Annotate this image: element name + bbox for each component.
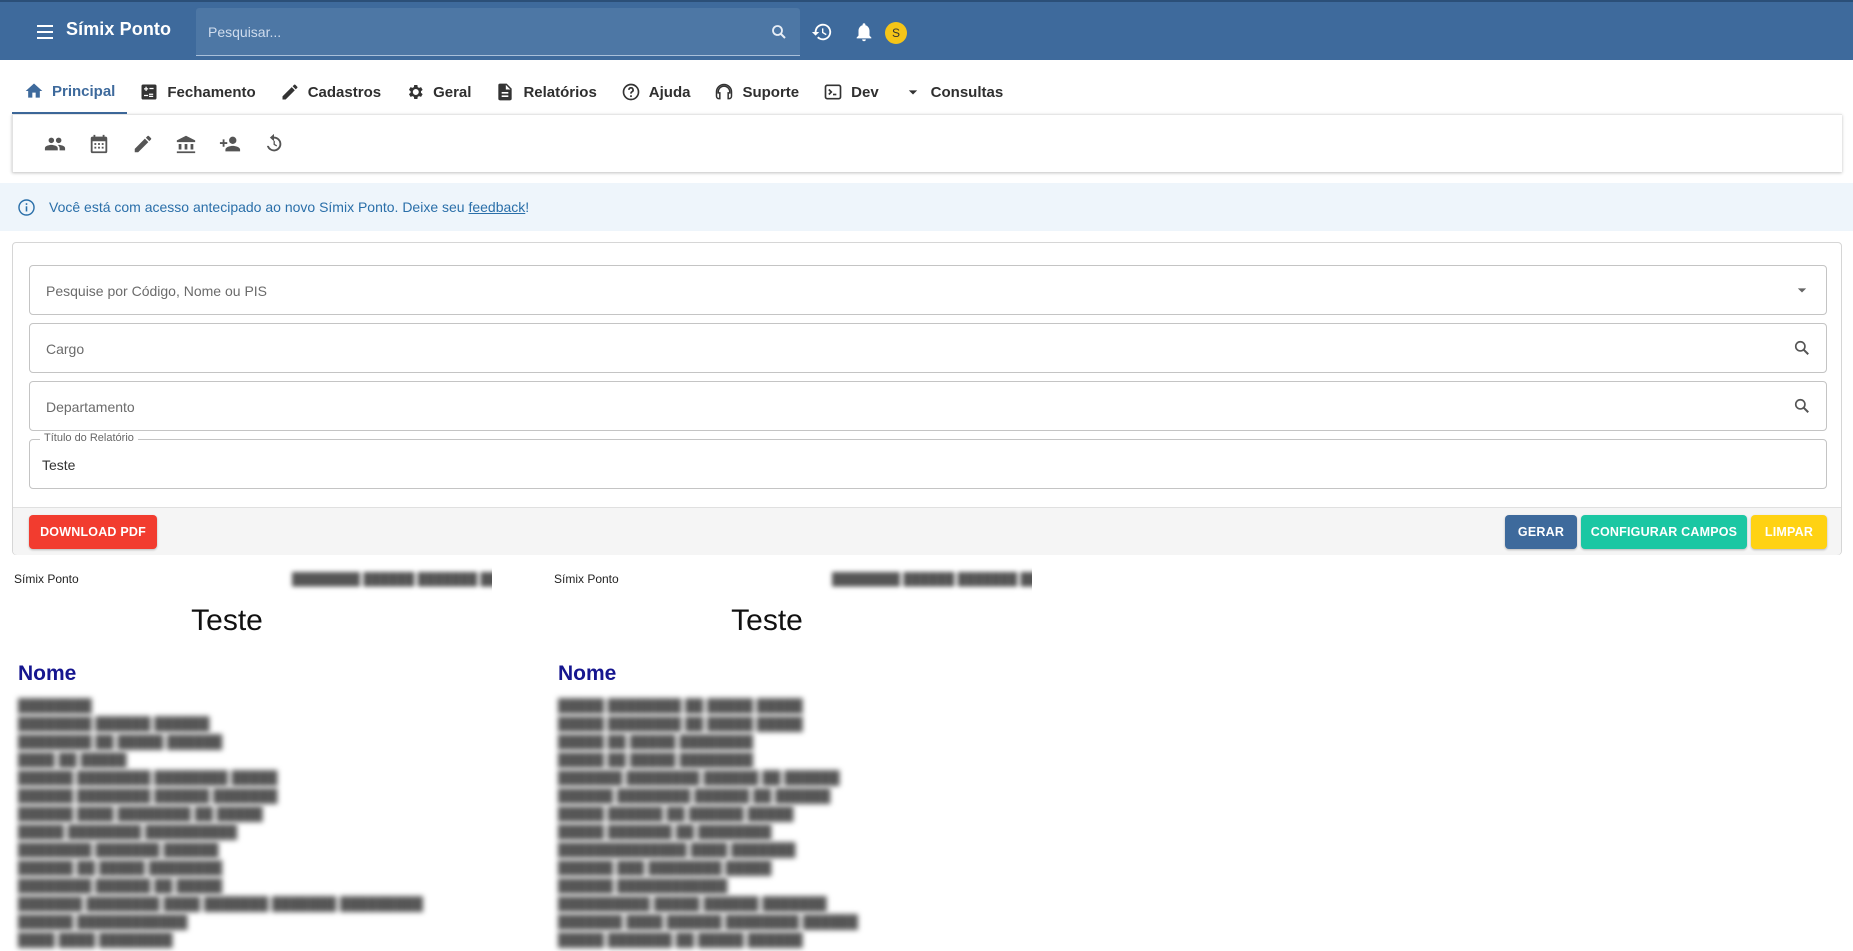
list-item: ██████ ████████ ██████ ██ ██████ [558,788,831,803]
global-search-input[interactable] [208,21,748,43]
report-title: Teste [191,604,263,637]
list-item: ████████ [18,698,92,713]
document-icon [495,82,515,102]
report-filter-card: Título do Relatório DOWNLOAD PDF GERAR C… [12,242,1842,555]
employee-name-list: ████████ ████████ ██████ ██████ ████████ █… [18,697,423,949]
list-item: ████████ ██████ ██████ [18,716,210,731]
list-item: ██████ ████ ████████ ██ █████ [18,806,263,821]
info-icon [17,198,36,217]
tab-geral[interactable]: Geral [393,70,483,114]
list-item: █████ ████████ ██████████ [18,824,238,839]
main-tabs: Principal Fechamento Cadastros Geral Rel… [12,70,1015,114]
tab-ajuda[interactable]: Ajuda [609,70,703,114]
download-pdf-button[interactable]: DOWNLOAD PDF [29,515,157,549]
gear-icon [405,82,425,102]
chevron-down-icon[interactable] [1792,280,1812,300]
search-icon[interactable] [770,23,788,41]
add-person-icon[interactable] [219,133,241,155]
tab-relatorios[interactable]: Relatórios [483,70,608,114]
terminal-icon [823,82,843,102]
list-item: █████ ██████ ██ ██████ █████ [558,806,794,821]
help-icon [621,82,641,102]
list-item: █████ ███████ ██ ████████ [558,824,772,839]
report-title-field: Título do Relatório [29,432,1827,489]
cargo-field [29,323,1827,373]
list-item: ███████ ████████ ████ ███████ ███████ ██… [18,896,423,911]
report-date: ████████ ██████ ███████ ████ [292,572,492,586]
list-item: ██████████████ ████ ███████ [558,842,796,857]
toolbar-divider [12,115,13,173]
report-title: Teste [731,604,803,637]
departamento-field [29,381,1827,431]
top-app-bar: Símix Ponto S [0,0,1853,60]
list-item: █████ ██ █████ ████████ [558,752,754,767]
tab-cadastros[interactable]: Cadastros [268,70,393,114]
early-access-banner: Você está com acesso antecipado ao novo … [0,183,1853,231]
search-icon[interactable] [1792,396,1812,416]
tab-consultas[interactable]: Consultas [891,70,1016,114]
tab-dev[interactable]: Dev [811,70,891,114]
tab-fechamento[interactable]: Fechamento [127,70,267,114]
list-item: ███████ ████████ ██████ ██ ██████ [558,770,840,785]
list-item: █████ ████████ ██ █████ █████ [558,716,803,731]
list-item: ██████ ████████ ████████ █████ [18,770,278,785]
list-item: █████ ██ █████ ████████ [558,734,754,749]
employee-name-list: █████ ████████ ██ █████ █████ █████ █████… [558,697,858,949]
tab-suporte[interactable]: Suporte [702,70,811,114]
list-item: ██████████ █████ ██████ ███████ [558,896,827,911]
employee-search-field [29,265,1827,315]
report-date: ████████ ██████ ███████ ████ [832,572,1032,586]
report-title-input[interactable] [42,453,1762,477]
report-brand: Símix Ponto [554,572,619,586]
banner-message: Você está com acesso antecipado ao novo … [49,199,530,215]
employee-search-input[interactable] [46,279,1766,303]
home-icon [24,81,44,101]
tab-principal[interactable]: Principal [12,70,128,114]
list-item: ████████ ██████ ██ █████ [18,878,223,893]
list-item: ██████ ████████ ██████ ███████ [18,788,278,803]
report-page-right: Símix Ponto ████████ ██████ ███████ ████… [552,564,1032,951]
list-item: █████ ███████ ██ █████ ██████ [558,932,803,947]
list-item: ████ ████ ████████ [18,932,173,947]
list-item: █████ ████████ ██ █████ █████ [558,698,803,713]
list-item: ██████ ████████████ [18,914,188,929]
limpar-button[interactable]: LIMPAR [1751,515,1827,549]
calendar-icon[interactable] [88,133,110,155]
column-header-nome: Nome [18,662,77,685]
report-page-left: Símix Ponto ████████ ██████ ███████ ████… [12,564,492,951]
menu-icon[interactable] [34,22,56,42]
sub-toolbar [12,114,1842,173]
report-brand: Símix Ponto [14,572,79,586]
list-item: ███████ ████ ██████ ████████ ██████ [558,914,858,929]
list-item: ████████ ███████ ██████ [18,842,219,857]
list-item: ██████ ██ █████ ████████ [18,860,223,875]
edit-icon[interactable] [132,133,154,155]
pencil-icon [280,82,300,102]
list-item: ████ ██ █████ [18,752,127,767]
clock-reset-icon[interactable] [263,133,285,155]
global-search [196,8,800,56]
card-actions: DOWNLOAD PDF GERAR CONFIGURAR CAMPOS LIM… [13,507,1841,555]
people-icon[interactable] [44,133,66,155]
cargo-input[interactable] [46,337,1766,361]
list-item: ████████ ██ █████ ██████ [18,734,223,749]
avatar[interactable]: S [885,22,907,44]
app-title: Símix Ponto [66,19,172,39]
column-header-nome: Nome [558,662,617,685]
calculator-icon [139,82,159,102]
dropdown-icon [903,82,923,102]
report-title-label: Título do Relatório [40,432,138,444]
history-icon[interactable] [811,21,833,43]
bell-icon[interactable] [853,21,875,43]
bank-icon[interactable] [175,133,197,155]
search-icon[interactable] [1792,338,1812,358]
gerar-button[interactable]: GERAR [1505,515,1577,549]
support-icon [714,82,734,102]
list-item: ██████ ████████████ [558,878,728,893]
list-item: ██████ ███ ████████ █████ [558,860,772,875]
configurar-campos-button[interactable]: CONFIGURAR CAMPOS [1581,515,1747,549]
feedback-link[interactable]: feedback [468,199,525,215]
departamento-input[interactable] [46,395,1766,419]
